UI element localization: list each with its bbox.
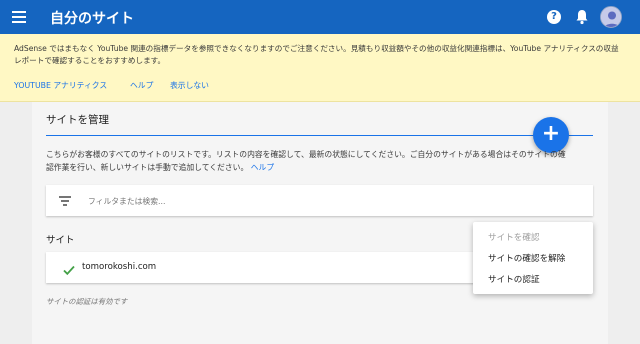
site-domain: tomorokoshi.com [82, 262, 157, 272]
top-app-bar: 自分のサイト ? [0, 0, 640, 34]
verified-check-icon [63, 261, 75, 276]
menu-item-unverify-site[interactable]: サイトの確認を解除 [488, 252, 565, 264]
youtube-notice-banner: AdSense ではまもなく YouTube 関連の指標データを参照できなくなり… [0, 34, 640, 102]
site-list-item[interactable]: tomorokoshi.com [46, 252, 506, 283]
description-text: こちらがお客様のすべてのサイトのリストです。リストの内容を確認して、最新の状態に… [46, 150, 566, 172]
filter-icon[interactable] [59, 196, 71, 206]
site-verification-status: サイトの認証は有効です [46, 297, 128, 306]
site-actions-menu: サイトを確認 サイトの確認を解除 サイトの認証 [473, 222, 593, 294]
menu-item-verify-site: サイトを確認 [488, 233, 540, 243]
banner-message: AdSense ではまもなく YouTube 関連の指標データを参照できなくなり… [14, 44, 619, 65]
menu-item-authorize-site[interactable]: サイトの認証 [488, 273, 540, 285]
help-icon[interactable]: ? [547, 10, 561, 24]
youtube-analytics-link[interactable]: YOUTUBE アナリティクス [14, 80, 107, 91]
page-title: サイトを管理 [46, 114, 109, 126]
app-title: 自分のサイト [50, 11, 134, 27]
filter-bar [46, 185, 593, 216]
description-help-link[interactable]: ヘルプ [251, 163, 274, 172]
account-avatar[interactable] [600, 6, 622, 28]
notifications-bell-icon[interactable] [575, 9, 589, 25]
title-divider [46, 135, 593, 136]
filter-search-input[interactable] [88, 194, 568, 208]
sites-section-label: サイト [46, 235, 75, 246]
manage-description: こちらがお客様のすべてのサイトのリストです。リストの内容を確認して、最新の状態に… [46, 148, 566, 174]
hamburger-menu-icon[interactable] [12, 11, 26, 23]
banner-help-link[interactable]: ヘルプ [130, 80, 153, 91]
dismiss-banner-link[interactable]: 表示しない [170, 80, 209, 91]
